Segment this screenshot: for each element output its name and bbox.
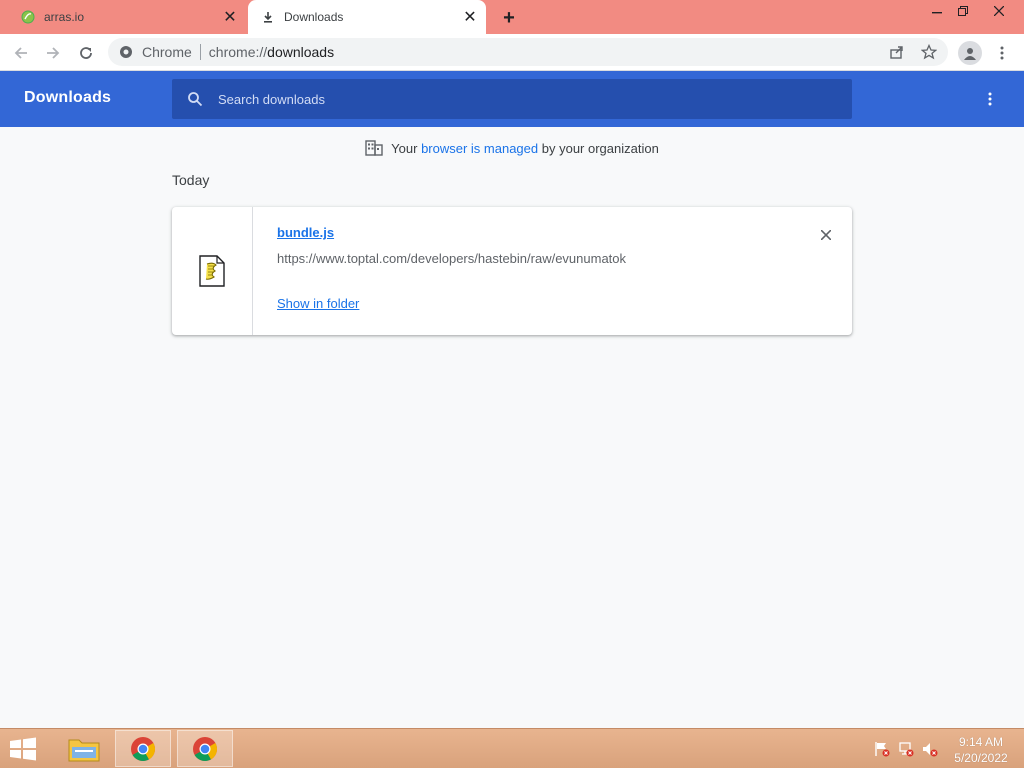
tab-title: Downloads [284,10,344,24]
building-icon [365,140,383,156]
page-title: Downloads [24,89,112,106]
network-icon[interactable] [897,741,915,757]
back-arrow-icon[interactable] [8,40,34,66]
new-tab-button[interactable]: + [498,7,520,29]
forward-arrow-icon[interactable] [40,40,66,66]
tab-title: arras.io [44,10,85,24]
share-icon[interactable] [884,38,910,66]
clock-date: 5/20/2022 [954,751,1008,765]
download-source-url: https://www.toptal.com/developers/hasteb… [277,251,627,266]
url-path: downloads [267,44,335,60]
tab-close-icon[interactable]: ✕ [220,7,240,27]
system-clock[interactable]: 9:14 AM 5/20/2022 [946,734,1016,766]
chrome-menu-icon[interactable] [992,40,1012,66]
file-icon-column [172,207,253,335]
arras-leaf-icon [20,9,36,25]
script-file-icon [199,255,225,287]
downloads-header: Downloads [0,71,1024,127]
restore-icon[interactable] [948,0,978,22]
managed-notice: Your browser is managed by your organiza… [0,140,1024,156]
search-box[interactable] [172,79,852,119]
search-input[interactable] [218,91,818,107]
remove-download-icon[interactable] [816,225,836,245]
managed-suffix: by your organization [541,140,659,156]
downloads-menu-icon[interactable] [980,89,1000,109]
url-scheme: chrome:// [208,44,268,60]
download-icon [260,9,276,25]
bookmark-star-icon[interactable] [916,38,942,66]
tab-close-icon[interactable]: ✕ [460,7,480,27]
managed-link[interactable]: browser is managed [421,141,538,156]
omnibox-chip: Chrome [142,44,192,60]
show-in-folder-link[interactable]: Show in folder [277,296,359,311]
action-center-flag-icon[interactable] [873,741,891,757]
tab-downloads[interactable]: Downloads ✕ [248,0,486,34]
chrome-taskbar-icon-2[interactable] [177,730,233,767]
browser-toolbar: Chrome chrome:// downloads [0,34,1024,71]
search-icon [186,90,204,108]
chrome-taskbar-icon[interactable] [115,730,171,767]
tab-arras[interactable]: arras.io ✕ [10,0,246,34]
managed-prefix: Your [391,140,418,156]
download-filename-link[interactable]: bundle.js [277,225,334,240]
clock-time: 9:14 AM [958,735,1004,749]
windows-taskbar: 9:14 AM 5/20/2022 [0,728,1024,768]
volume-muted-icon[interactable] [921,741,939,757]
omnibox-separator [199,44,201,60]
chrome-site-icon [118,44,134,60]
file-explorer-icon[interactable] [56,730,112,767]
profile-avatar-icon[interactable] [958,41,982,65]
address-bar[interactable]: Chrome chrome:// downloads [108,38,948,66]
tab-strip: arras.io ✕ Downloads ✕ + [0,0,1024,34]
date-header: Today [172,172,210,188]
close-window-icon[interactable] [984,0,1014,22]
download-item: bundle.js https://www.toptal.com/develop… [172,207,852,335]
reload-icon[interactable] [73,40,99,66]
windows-start-icon[interactable] [8,737,38,761]
